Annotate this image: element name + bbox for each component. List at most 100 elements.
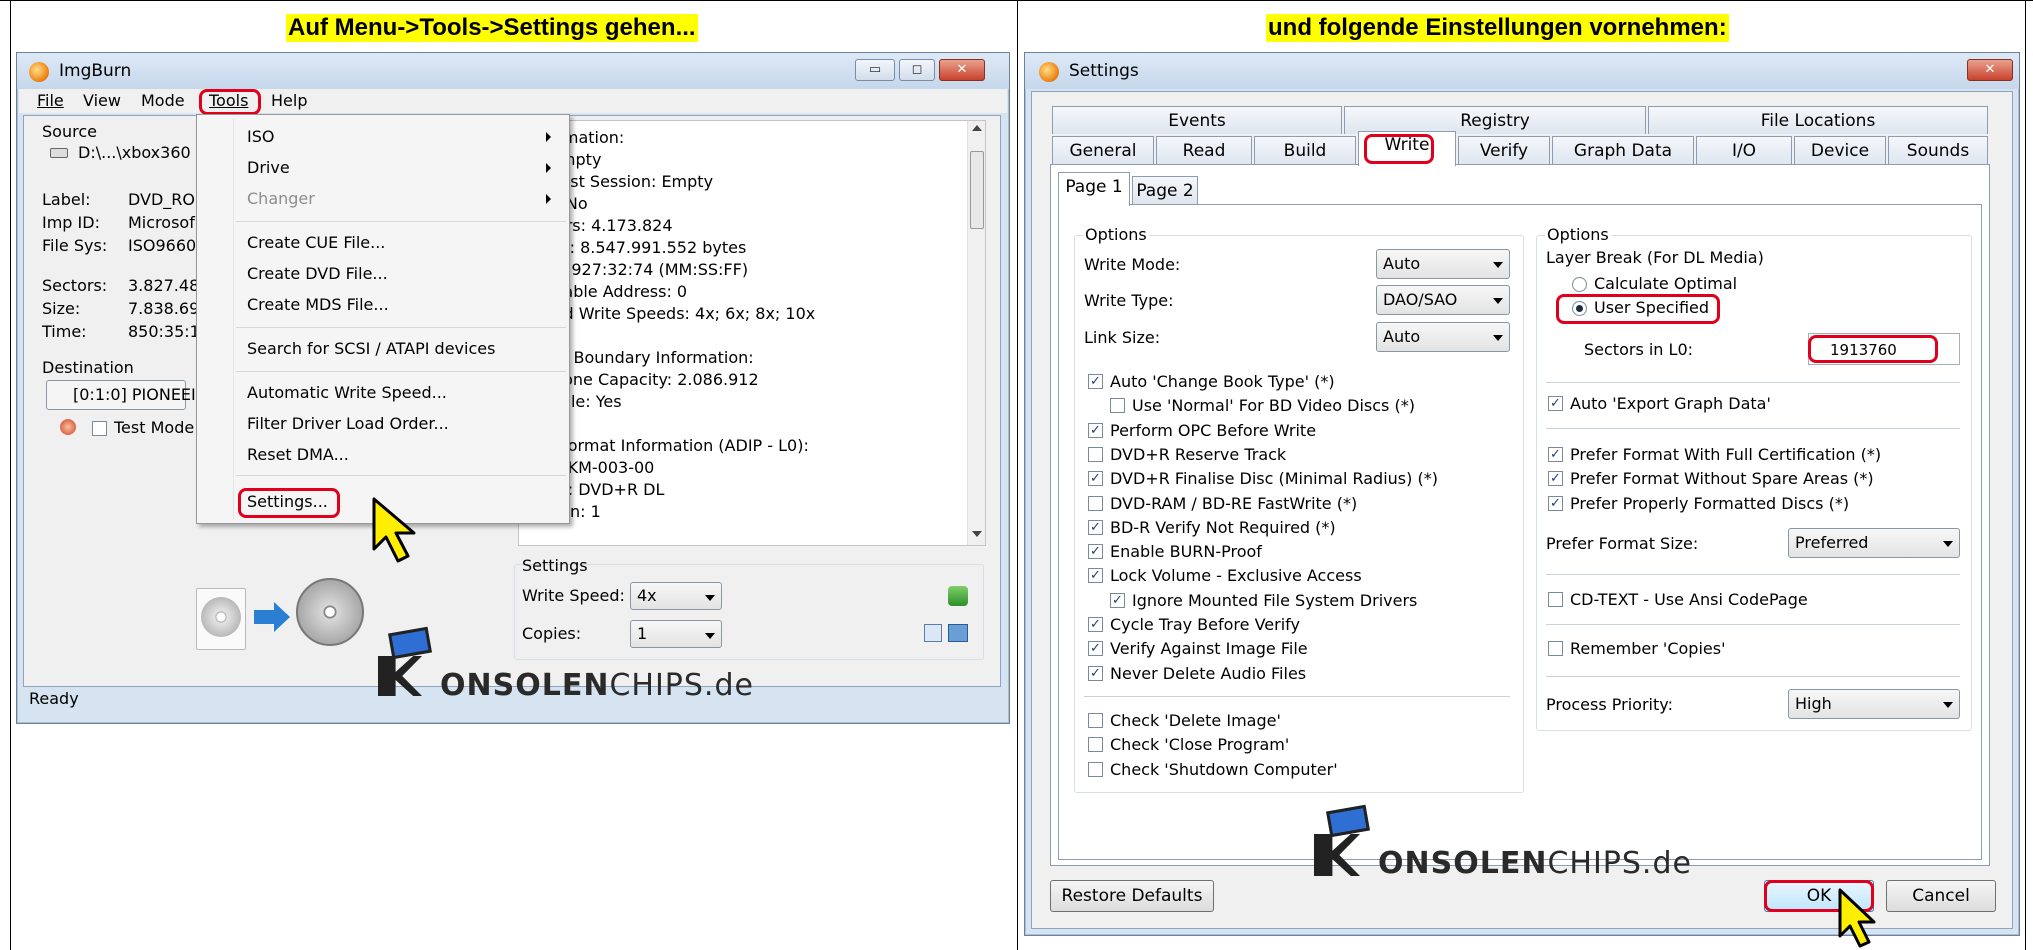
settings-close-button[interactable]: ✕ <box>1967 59 2013 81</box>
settings-titlebar[interactable]: Settings ✕ <box>1025 53 2019 89</box>
write-option-checkbox[interactable]: ✓ <box>1088 568 1103 584</box>
restore-defaults-button[interactable]: Restore Defaults <box>1050 880 1214 912</box>
info-line: geable: Yes <box>531 392 622 411</box>
erase-icon[interactable] <box>60 419 76 435</box>
link-size-select[interactable]: Auto <box>1376 322 1510 352</box>
tools-menu-item[interactable]: Automatic Write Speed... <box>247 382 447 404</box>
prefer-size-value: Preferred <box>1795 533 1869 552</box>
tab-sounds[interactable]: Sounds <box>1888 136 1988 164</box>
write-option-checkbox[interactable] <box>1088 446 1103 462</box>
tab-verify[interactable]: Verify <box>1458 136 1550 164</box>
write-option-checkbox[interactable]: ✓ <box>1110 592 1125 608</box>
test-mode-checkbox[interactable] <box>92 421 107 436</box>
caption-left: Auf Menu->Tools->Settings gehen... <box>286 14 698 42</box>
subtab-page1[interactable]: Page 1 <box>1058 172 1130 206</box>
tab-events[interactable]: Events <box>1052 106 1342 134</box>
prefer-format-checkbox[interactable]: ✓ <box>1548 471 1563 487</box>
info-scrollbar[interactable] <box>967 121 985 545</box>
priority-select[interactable]: High <box>1788 689 1960 719</box>
write-option-checkbox[interactable]: ✓ <box>1088 422 1103 438</box>
write-option-checkbox[interactable]: ✓ <box>1088 665 1103 681</box>
write-option-checkbox[interactable]: ✓ <box>1088 471 1103 487</box>
remember-copies-checkbox[interactable] <box>1548 641 1563 656</box>
post-write-option-checkbox[interactable] <box>1088 737 1103 753</box>
prefer-size-select[interactable]: Preferred <box>1788 528 1960 558</box>
tools-menu-item[interactable]: Create MDS File... <box>247 294 389 316</box>
menu-help[interactable]: Help <box>271 91 307 111</box>
tools-menu-item[interactable]: Search for SCSI / ATAPI devices <box>247 338 495 360</box>
maximize-button[interactable]: ◻ <box>899 59 935 81</box>
source-path[interactable]: D:\...\xbox360 <box>78 143 191 163</box>
right-sep4 <box>1546 624 1960 625</box>
write-option-label: Enable BURN-Proof <box>1110 542 1262 562</box>
tab-read[interactable]: Read <box>1156 136 1252 164</box>
write-speed-select[interactable]: 4x <box>630 582 722 610</box>
refresh-speed-icon[interactable] <box>948 586 968 606</box>
info-line: orted Write Speeds: 4x; 6x; 8x; 10x <box>531 304 816 323</box>
prefer-format-checkbox[interactable]: ✓ <box>1548 495 1563 511</box>
write-option-checkbox[interactable]: ✓ <box>1088 374 1103 389</box>
info-line: ersion: 1 <box>531 502 601 521</box>
info-line: cal Format Information (ADIP - L0): <box>531 436 809 455</box>
write-option-checkbox[interactable]: ✓ <box>1088 641 1103 657</box>
menu-file[interactable]: File <box>37 91 64 111</box>
minimize-button[interactable]: ▭ <box>855 59 895 81</box>
tab-registry[interactable]: Registry <box>1344 106 1646 134</box>
menu-mode[interactable]: Mode <box>141 91 185 111</box>
post-write-option-checkbox[interactable] <box>1088 761 1103 777</box>
close-button[interactable]: ✕ <box>939 59 985 81</box>
tab-device[interactable]: Device <box>1794 136 1886 164</box>
tools-menu-item[interactable]: Create DVD File... <box>247 263 388 285</box>
tools-menu-item[interactable]: ISO <box>247 126 274 148</box>
post-write-option-checkbox[interactable] <box>1088 713 1103 728</box>
info-line: ble: No <box>531 194 588 213</box>
info-line: Type: DVD+R DL <box>531 480 665 499</box>
drive-icon <box>50 148 68 158</box>
menu-view[interactable]: View <box>83 91 121 111</box>
field-filesys-k: File Sys: <box>42 236 108 255</box>
write-option-checkbox[interactable]: ✓ <box>1088 544 1103 560</box>
cdtext-checkbox[interactable] <box>1548 592 1563 607</box>
drive-disc-icon <box>296 578 364 646</box>
prefer-format-checkbox[interactable]: ✓ <box>1548 447 1563 462</box>
write-option-checkbox[interactable] <box>1088 495 1103 511</box>
field-filesys-v: ISO9660; <box>128 236 202 255</box>
scroll-thumb[interactable] <box>970 151 984 229</box>
calculator-icon[interactable] <box>924 624 942 642</box>
auto-export-checkbox[interactable]: ✓ <box>1548 396 1563 411</box>
status-bar: Ready <box>29 689 79 708</box>
tab-build[interactable]: Build <box>1254 136 1356 164</box>
prefer-size-label: Prefer Format Size: <box>1546 534 1699 553</box>
write-option-checkbox[interactable]: ✓ <box>1088 617 1103 632</box>
right-options-label: Options <box>1545 225 1611 244</box>
destination-combo[interactable]: [0:1:0] PIONEEI <box>46 380 196 410</box>
tab-general[interactable]: General <box>1052 136 1154 164</box>
tools-menu-item[interactable]: Create CUE File... <box>247 232 385 254</box>
field-sectors-k: Sectors: <box>42 276 108 295</box>
settings-app-icon <box>1039 62 1059 82</box>
tab-io[interactable]: I/O <box>1696 136 1792 164</box>
write-mode-select[interactable]: Auto <box>1376 249 1510 279</box>
prefer-format-label: Prefer Format With Full Certification (*… <box>1570 445 1882 464</box>
write-option-checkbox[interactable] <box>1110 398 1125 414</box>
user-specified-highlight <box>1556 294 1720 324</box>
link-size-label: Link Size: <box>1084 328 1161 347</box>
tab-file-locations[interactable]: File Locations <box>1648 106 1988 134</box>
cancel-button[interactable]: Cancel <box>1886 880 1996 912</box>
subtab-page2[interactable]: Page 2 <box>1132 176 1198 204</box>
write-type-select[interactable]: DAO/SAO <box>1376 285 1510 315</box>
tools-menu-item[interactable]: Reset DMA... <box>247 444 349 466</box>
imgburn-titlebar[interactable]: ImgBurn ▭ ◻ ✕ <box>17 53 1009 89</box>
copies-select[interactable]: 1 <box>630 620 722 648</box>
tools-menu-item[interactable]: Drive <box>247 157 290 179</box>
test-mode-label: Test Mode <box>114 418 195 437</box>
write-option-checkbox[interactable]: ✓ <box>1088 519 1103 535</box>
layer-break-label: Layer Break (For DL Media) <box>1546 248 1764 267</box>
book-icon[interactable] <box>948 624 968 642</box>
calculate-optimal-radio[interactable] <box>1572 277 1587 292</box>
right-sep5 <box>1546 676 1960 677</box>
tab-graph-data[interactable]: Graph Data <box>1552 136 1694 164</box>
tools-menu-item[interactable]: Filter Driver Load Order... <box>247 413 449 435</box>
write-option-label: BD-R Verify Not Required (*) <box>1110 517 1336 537</box>
write-option-label: Cycle Tray Before Verify <box>1110 615 1300 634</box>
